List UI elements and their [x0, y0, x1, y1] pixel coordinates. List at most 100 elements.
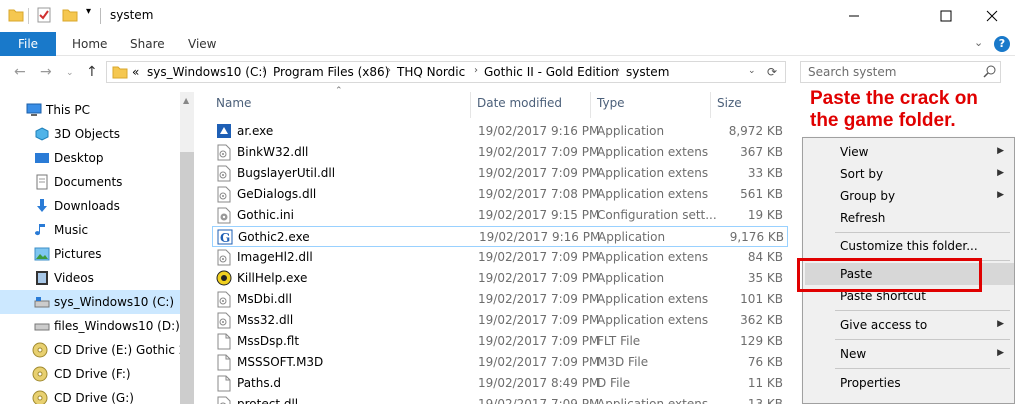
app-icon [216, 123, 232, 140]
menu-item-refresh[interactable]: Refresh [805, 207, 1014, 229]
properties-icon[interactable] [36, 7, 52, 27]
file-name: ImageHl2.dll [237, 250, 313, 264]
file-row[interactable]: ImageHl2.dll 19/02/2017 7:09 PM Applicatio… [212, 247, 788, 268]
file-date: 19/02/2017 7:09 PM [478, 250, 600, 264]
forward-arrow-icon[interactable]: → [40, 64, 52, 80]
new-folder-icon[interactable] [62, 8, 78, 28]
nav-item-3d-objects[interactable]: 3D Objects [0, 122, 180, 146]
refresh-icon[interactable]: ⟳ [767, 65, 777, 79]
file-row[interactable]: GeDialogs.dll 19/02/2017 7:08 PM Applicati… [212, 184, 788, 205]
file-row[interactable]: Mss32.dll 19/02/2017 7:09 PM Application e… [212, 310, 788, 331]
folder-icon [8, 8, 24, 28]
file-row[interactable]: BugslayerUtil.dll 19/02/2017 7:09 PM Appli… [212, 163, 788, 184]
menu-item-new[interactable]: New ▶ [805, 343, 1014, 365]
file-type: Application [598, 230, 666, 244]
menu-item-sort-by[interactable]: Sort by ▶ [805, 163, 1014, 185]
breadcrumb-item[interactable]: Gothic II - Gold Edition [484, 65, 619, 79]
file-type: FLT File [597, 334, 641, 348]
customize-qat-icon[interactable]: ▾ [86, 6, 91, 26]
nav-item-music[interactable]: Music [0, 218, 180, 242]
search-box[interactable]: Search system [800, 61, 1001, 83]
file-type: Configuration sett... [597, 208, 717, 222]
file-name: Gothic.ini [237, 208, 294, 222]
file-row[interactable]: G Gothic2.exe 19/02/2017 9:16 PM Applicatio… [212, 226, 788, 247]
nav-item-files-windows10[interactable]: files_Windows10 (D:) [0, 314, 180, 338]
address-bar[interactable]: « sys_Windows10 (C:) › Program Files (x8… [106, 61, 786, 83]
dll-icon [216, 186, 232, 203]
file-row[interactable]: KillHelp.exe 19/02/2017 7:09 PM Applicatio… [212, 268, 788, 289]
minimize-button[interactable] [831, 0, 877, 32]
recent-dropdown-icon[interactable]: ⌄ [66, 68, 74, 78]
nav-item-sys-windows10[interactable]: sys_Windows10 (C:) [0, 290, 180, 314]
folder-icon [112, 65, 128, 82]
file-row[interactable]: Paths.d 19/02/2017 8:49 PM D File 11 KB [212, 373, 788, 394]
tab-home[interactable]: Home [72, 32, 107, 56]
back-arrow-icon[interactable]: ← [14, 64, 26, 80]
minimize-icon [849, 15, 859, 17]
file-date: 19/02/2017 7:09 PM [478, 355, 600, 369]
close-button[interactable] [969, 0, 1015, 32]
file-size: 19 KB [747, 208, 783, 222]
file-type: Application extens [597, 187, 709, 201]
scroll-up-arrow-icon[interactable]: ▲ [183, 96, 189, 105]
cd-drive-icon [32, 390, 48, 404]
breadcrumb-item[interactable]: Program Files (x86) [273, 65, 389, 79]
file-name: KillHelp.exe [237, 271, 308, 285]
maximize-button[interactable] [923, 0, 969, 32]
breadcrumb-item[interactable]: THQ Nordic [397, 65, 465, 79]
nav-item-pictures[interactable]: Pictures [0, 242, 180, 266]
chevron-down-icon[interactable]: ⌄ [748, 66, 756, 76]
close-icon [986, 10, 998, 22]
nav-item-videos[interactable]: Videos [0, 266, 180, 290]
file-size: 84 KB [747, 250, 783, 264]
chevron-down-icon[interactable]: ⌄ [974, 36, 983, 49]
nav-item-this-pc[interactable]: This PC [0, 98, 180, 122]
file-row[interactable]: Gothic.ini 19/02/2017 9:15 PM Configuratio… [212, 205, 788, 226]
dll-icon [216, 291, 232, 308]
nav-item-cd-drive-e[interactable]: CD Drive (E:) Gothic 2 G [0, 338, 180, 362]
window-title: system [110, 8, 154, 22]
nav-item-cd-drive-g[interactable]: CD Drive (G:) [0, 386, 180, 404]
breadcrumb-item[interactable]: sys_Windows10 (C:) [147, 65, 267, 79]
dll-icon [216, 396, 232, 404]
file-row[interactable]: MssDsp.flt 19/02/2017 7:09 PM FLT File 129 … [212, 331, 788, 352]
file-size: 11 KB [747, 376, 783, 390]
file-type: Application extens [597, 313, 709, 327]
up-arrow-icon[interactable]: ↑ [86, 64, 98, 80]
desktop-icon [34, 151, 50, 165]
sort-ascending-icon: ⌃ [335, 86, 343, 96]
menu-item-group-by[interactable]: Group by ▶ [805, 185, 1014, 207]
nav-item-downloads[interactable]: Downloads [0, 194, 180, 218]
breadcrumb-item[interactable]: system [626, 65, 669, 79]
menu-item-properties[interactable]: Properties [805, 372, 1014, 394]
menu-item-customize-folder[interactable]: Customize this folder... [805, 235, 1014, 257]
file-date: 19/02/2017 7:09 PM [478, 397, 600, 404]
file-type: Application [597, 124, 665, 138]
nav-item-desktop[interactable]: Desktop [0, 146, 180, 170]
file-row[interactable]: MsDbi.dll 19/02/2017 7:09 PM Application e… [212, 289, 788, 310]
file-name: BinkW32.dll [237, 145, 309, 159]
file-row[interactable]: MSSSOFT.M3D 19/02/2017 7:09 PM M3D File 76 … [212, 352, 788, 373]
nav-item-documents[interactable]: Documents [0, 170, 180, 194]
file-row[interactable]: protect.dll 19/02/2017 7:09 PM Application… [212, 394, 788, 404]
help-icon[interactable]: ? [994, 36, 1010, 52]
breadcrumb-overflow[interactable]: « [132, 65, 139, 79]
file-row[interactable]: ar.exe 19/02/2017 9:16 PM Application 8,972… [212, 121, 788, 142]
dll-icon [216, 312, 232, 329]
file-type: Application extens [597, 292, 709, 306]
menu-item-give-access[interactable]: Give access to ▶ [805, 314, 1014, 336]
downloads-icon [34, 198, 50, 212]
file-type: Application [597, 271, 665, 285]
drive-icon [34, 295, 50, 309]
tab-view[interactable]: View [188, 32, 216, 56]
nav-item-cd-drive-f[interactable]: CD Drive (F:) [0, 362, 180, 386]
tab-share[interactable]: Share [130, 32, 165, 56]
menu-item-view[interactable]: View ▶ [805, 141, 1014, 163]
paste-highlight-box [797, 258, 982, 292]
search-input[interactable]: Search system [808, 65, 896, 79]
file-row[interactable]: BinkW32.dll 19/02/2017 7:09 PM Application… [212, 142, 788, 163]
file-size: 76 KB [747, 355, 783, 369]
nav-scrollbar-thumb[interactable] [180, 152, 194, 404]
svg-text:G: G [220, 231, 230, 245]
tab-file[interactable]: File [0, 32, 56, 56]
